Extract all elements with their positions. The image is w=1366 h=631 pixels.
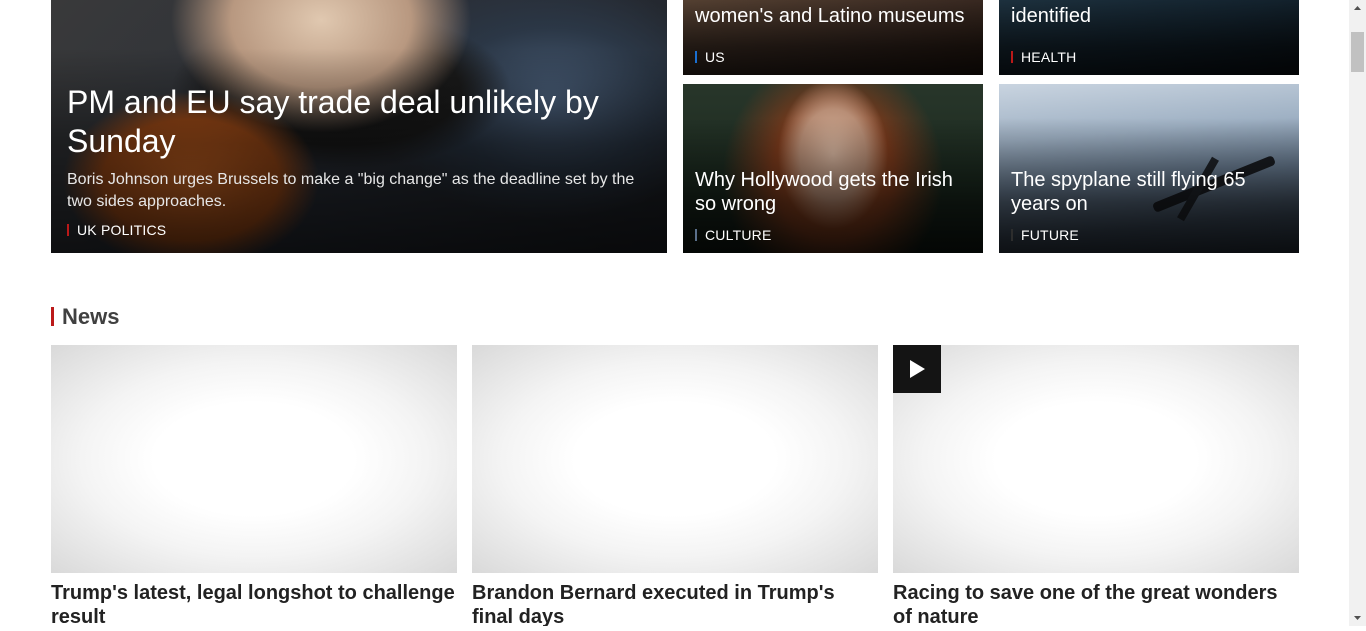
culture-story-tag-label: CULTURE (705, 227, 772, 243)
health-story-tag[interactable]: HEALTH (1011, 49, 1076, 65)
health-story-card[interactable]: Genetic clues for severe Covid identifie… (999, 0, 1299, 75)
us-story-card[interactable]: Lone US senator blocks women's and Latin… (683, 0, 983, 75)
culture-story-card[interactable]: Why Hollywood gets the Irish so wrong CU… (683, 84, 983, 253)
hero-story-headline[interactable]: PM and EU say trade deal unlikely by Sun… (67, 83, 627, 161)
future-story-tag-label: FUTURE (1021, 227, 1079, 243)
news-section-title-label: News (62, 304, 120, 329)
health-story-tag-label: HEALTH (1021, 49, 1077, 65)
page: PM and EU say trade deal unlikely by Sun… (0, 0, 1349, 626)
scroll-up-arrow-icon[interactable] (1349, 0, 1366, 17)
news-item-title[interactable]: Trump's latest, legal longshot to challe… (51, 581, 457, 626)
news-item-2[interactable]: Brandon Bernard executed in Trump's fina… (472, 345, 878, 626)
scroll-down-arrow-icon[interactable] (1349, 609, 1366, 626)
future-story-card[interactable]: The spyplane still flying 65 years on FU… (999, 84, 1299, 253)
news-item-title[interactable]: Brandon Bernard executed in Trump's fina… (472, 581, 878, 626)
news-item-image[interactable] (893, 345, 1299, 573)
health-story-headline[interactable]: Genetic clues for severe Covid identifie… (1011, 0, 1285, 28)
future-story-headline[interactable]: The spyplane still flying 65 years on (1011, 168, 1285, 216)
hero-story-summary: Boris Johnson urges Brussels to make a "… (67, 171, 635, 210)
play-icon[interactable] (893, 345, 941, 393)
news-section-title[interactable]: News (51, 306, 119, 328)
scrollbar-thumb[interactable] (1351, 32, 1364, 72)
hero-story-card[interactable]: PM and EU say trade deal unlikely by Sun… (51, 0, 667, 253)
us-story-headline[interactable]: Lone US senator blocks women's and Latin… (695, 0, 969, 28)
hero-story-tag-label: UK POLITICS (77, 222, 167, 238)
future-story-tag[interactable]: FUTURE (1011, 227, 1079, 243)
news-item-image[interactable] (472, 345, 878, 573)
news-item-title[interactable]: Racing to save one of the great wonders … (893, 581, 1299, 626)
us-story-tag[interactable]: US (695, 49, 725, 65)
news-item-1[interactable]: Trump's latest, legal longshot to challe… (51, 345, 457, 626)
culture-story-headline[interactable]: Why Hollywood gets the Irish so wrong (695, 168, 969, 216)
hero-story-tag[interactable]: UK POLITICS (67, 222, 166, 238)
vertical-scrollbar[interactable] (1349, 0, 1366, 626)
us-story-tag-label: US (705, 49, 725, 65)
section-accent-bar (51, 307, 54, 326)
news-item-image[interactable] (51, 345, 457, 573)
culture-story-tag[interactable]: CULTURE (695, 227, 771, 243)
news-item-3[interactable]: Racing to save one of the great wonders … (893, 345, 1299, 626)
